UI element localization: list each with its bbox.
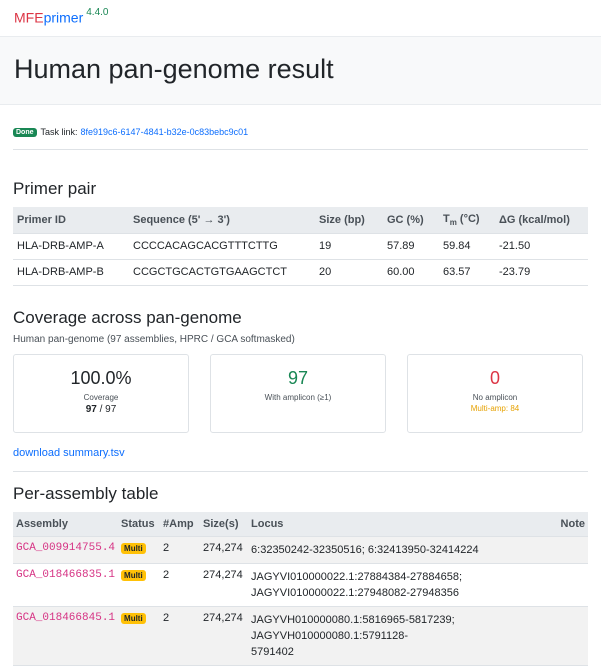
assembly-accession: GCA_009914755.4 xyxy=(13,536,119,565)
locus-line: JAGYVI010000022.1:27948082-27948356 xyxy=(251,587,459,600)
primer-size: 19 xyxy=(315,233,383,261)
locus-cell: JAGYVH010000080.1:5816965-5817239; JAGYV… xyxy=(248,606,552,666)
locus-cell: JAGYVI010000022.1:27884384-27884658; JAGY… xyxy=(248,563,552,608)
primer-seq: CCGCTGCACTGTGAAGCTCT xyxy=(129,259,315,287)
main-content: Done Task link: 8fe919c6-6147-4841-b32e-… xyxy=(0,127,601,666)
amp-count: 2 xyxy=(160,606,201,666)
primer-pair-heading: Primer pair xyxy=(13,179,97,198)
coverage-label: Coverage xyxy=(83,393,119,403)
coverage-heading: Coverage across pan-genome xyxy=(13,308,242,328)
col-primer-id: Primer ID xyxy=(13,207,129,235)
assembly-accession: GCA_018466845.1 xyxy=(13,606,119,666)
status-cell: Multi xyxy=(118,536,161,565)
primer-tm: 63.57 xyxy=(439,259,495,287)
coverage-num: 97 xyxy=(85,404,97,416)
status-badge: Multi xyxy=(121,543,146,555)
no-amplicon-label: No amplicon xyxy=(472,393,518,403)
locus-cell: 6:32350242-32350516; 6:32413950-32414224 xyxy=(248,536,552,565)
with-amplicon-value: 97 xyxy=(287,368,309,389)
primer-dg: -21.50 xyxy=(495,233,588,261)
brand-mfe: MFE xyxy=(14,9,44,26)
primer-gc: 60.00 xyxy=(383,259,439,287)
locus-line: 6:32350242-32350516; 6:32413950-32414224 xyxy=(251,544,479,557)
brand-link[interactable]: MFEprimer 4.4.0 xyxy=(14,7,109,26)
table-row: GCA_018466835.1 Multi 2 274,274 JAGYVI01… xyxy=(13,563,588,608)
primer-table: Primer ID Sequence (5' → 3') Size (bp) G… xyxy=(13,207,588,287)
status-cell: Multi xyxy=(118,563,161,608)
primer-gc: 57.89 xyxy=(383,233,439,261)
assembly-table: Assembly Status #Amp Size(s) Locus Note … xyxy=(13,512,588,666)
primer-seq: CCCCACAGCACGTTTCTTG xyxy=(129,233,315,261)
primer-id: HLA-DRB-AMP-A xyxy=(13,233,129,261)
amp-count: 2 xyxy=(160,536,201,565)
page-header: Human pan-genome result xyxy=(0,37,601,105)
col-tm-t: T xyxy=(443,213,450,225)
version-label: 4.4.0 xyxy=(86,7,109,18)
col-sizes[interactable]: Size(s) xyxy=(200,512,249,538)
coverage-card: 100.0% Coverage 97 / 97 xyxy=(13,354,189,434)
page-title: Human pan-genome result xyxy=(14,54,334,84)
status-cell: Multi xyxy=(118,606,161,666)
table-header-row: Assembly Status #Amp Size(s) Locus Note xyxy=(13,512,588,538)
col-size: Size (bp) xyxy=(315,207,383,235)
amp-sizes: 274,274 xyxy=(200,606,249,666)
task-link[interactable]: 8fe919c6-6147-4841-b32e-0c83bebc9c01 xyxy=(81,127,249,137)
col-assembly[interactable]: Assembly xyxy=(13,512,119,538)
task-link-row: Done Task link: 8fe919c6-6147-4841-b32e-… xyxy=(13,127,588,137)
brand-primer: primer xyxy=(43,9,84,26)
primer-dg: -23.79 xyxy=(495,259,588,287)
assembly-accession: GCA_018466835.1 xyxy=(13,563,119,608)
divider xyxy=(13,471,588,473)
multi-amp-label: Multi-amp: 84 xyxy=(470,404,520,414)
table-row: HLA-DRB-AMP-B CCGCTGCACTGTGAAGCTCT 20 60… xyxy=(13,259,588,287)
task-link-label: Task link: xyxy=(40,127,78,137)
primer-id: HLA-DRB-AMP-B xyxy=(13,259,129,287)
no-amplicon-value: 0 xyxy=(489,368,500,389)
divider xyxy=(13,149,588,150)
coverage-count: 97 / 97 xyxy=(14,404,188,415)
download-summary-link[interactable]: download summary.tsv xyxy=(13,447,588,459)
table-header-row: Primer ID Sequence (5' → 3') Size (bp) G… xyxy=(13,207,588,235)
status-badge: Multi xyxy=(121,570,146,582)
navbar: MFEprimer 4.4.0 xyxy=(0,0,601,37)
coverage-den: / 97 xyxy=(96,404,117,416)
with-amplicon-label: With amplicon (≥1) xyxy=(264,393,332,403)
amp-sizes: 274,274 xyxy=(200,536,249,565)
status-badge: Multi xyxy=(121,613,146,625)
no-amplicon-card: 0 No amplicon Multi-amp: 84 xyxy=(407,354,583,434)
primer-tm: 59.84 xyxy=(439,233,495,261)
amp-count: 2 xyxy=(160,563,201,608)
col-dg: ΔG (kcal/mol) xyxy=(495,207,588,235)
note-cell xyxy=(552,563,588,608)
col-status[interactable]: Status xyxy=(118,512,161,538)
primer-size: 20 xyxy=(315,259,383,287)
col-amp[interactable]: #Amp xyxy=(160,512,201,538)
locus-line: JAGYVH010000080.1:5816965-5817239; JAGYV… xyxy=(251,614,455,643)
amplicon-card: 97 With amplicon (≥1) xyxy=(210,354,386,434)
col-locus[interactable]: Locus xyxy=(248,512,552,538)
coverage-cards: 100.0% Coverage 97 / 97 97 With amplicon… xyxy=(13,354,588,434)
col-gc: GC (%) xyxy=(383,207,439,235)
done-badge: Done xyxy=(13,127,37,137)
locus-line: 5791402 xyxy=(251,646,294,659)
table-row: GCA_018466845.1 Multi 2 274,274 JAGYVH01… xyxy=(13,606,588,666)
assembly-heading: Per-assembly table xyxy=(13,484,159,504)
col-tm-unit: (°C) xyxy=(459,213,480,225)
coverage-subtitle: Human pan-genome (97 assemblies, HPRC / … xyxy=(13,334,295,346)
note-cell xyxy=(552,606,588,666)
col-note[interactable]: Note xyxy=(552,512,588,538)
col-tm-sub: m xyxy=(449,218,457,228)
amp-sizes: 274,274 xyxy=(200,563,249,608)
note-cell xyxy=(552,536,588,565)
table-row: HLA-DRB-AMP-A CCCCACAGCACGTTTCTTG 19 57.… xyxy=(13,233,588,261)
table-row: GCA_009914755.4 Multi 2 274,274 6:323502… xyxy=(13,536,588,565)
col-tm: Tm (°C) xyxy=(439,207,495,235)
col-sequence: Sequence (5' → 3') xyxy=(129,207,315,235)
coverage-value: 100.0% xyxy=(70,368,132,389)
locus-line: JAGYVI010000022.1:27884384-27884658; xyxy=(251,571,463,584)
